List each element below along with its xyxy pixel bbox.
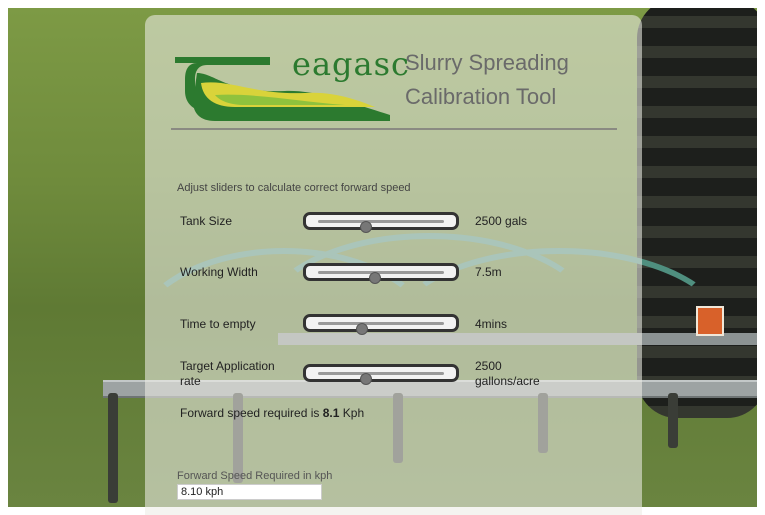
time-to-empty-slider[interactable] (303, 314, 459, 335)
instructions-text: Adjust sliders to calculate correct forw… (177, 182, 411, 194)
working-width-value: 7.5m (475, 265, 502, 279)
forward-speed-result: Forward speed required is 8.1 Kph (180, 406, 364, 420)
working-width-slider[interactable] (303, 263, 459, 284)
forward-speed-field[interactable] (177, 484, 322, 500)
forward-speed-field-label: Forward Speed Required in kph (177, 470, 333, 482)
tine-image (668, 393, 678, 448)
slider-thumb[interactable] (356, 323, 369, 335)
target-application-rate-value: 2500 gallons/acre (475, 359, 540, 388)
header-divider (171, 128, 617, 130)
time-to-empty-label: Time to empty (180, 317, 256, 331)
slider-track (318, 322, 444, 335)
tail-light-image (696, 306, 724, 336)
result-unit: Kph (342, 406, 365, 420)
working-width-label: Working Width (180, 265, 258, 279)
page-title-line2: Calibration Tool (405, 84, 557, 109)
result-prefix: Forward speed required is (180, 406, 320, 420)
tank-size-label: Tank Size (180, 214, 233, 228)
logo-wordmark: eagasc (292, 45, 410, 83)
tank-size-slider[interactable] (303, 212, 459, 233)
target-application-rate-slider[interactable] (303, 364, 459, 385)
tank-size-value: 2500 gals (475, 214, 528, 228)
tine-image (108, 393, 118, 503)
slider-track (318, 271, 444, 284)
teagasc-logo: eagasc (175, 43, 409, 123)
slider-thumb[interactable] (359, 221, 372, 233)
slider-track (318, 220, 444, 233)
time-to-empty-value: 4mins (475, 317, 508, 331)
slider-thumb[interactable] (368, 272, 381, 284)
slider-track (318, 372, 444, 385)
page-title-line1: Slurry Spreading (405, 50, 569, 75)
result-value: 8.1 (322, 406, 340, 420)
calculator-panel: eagasc Slurry Spreading Calibration Tool… (145, 15, 642, 515)
target-application-rate-label: Target Application rate (180, 359, 275, 388)
slider-thumb[interactable] (359, 373, 372, 385)
